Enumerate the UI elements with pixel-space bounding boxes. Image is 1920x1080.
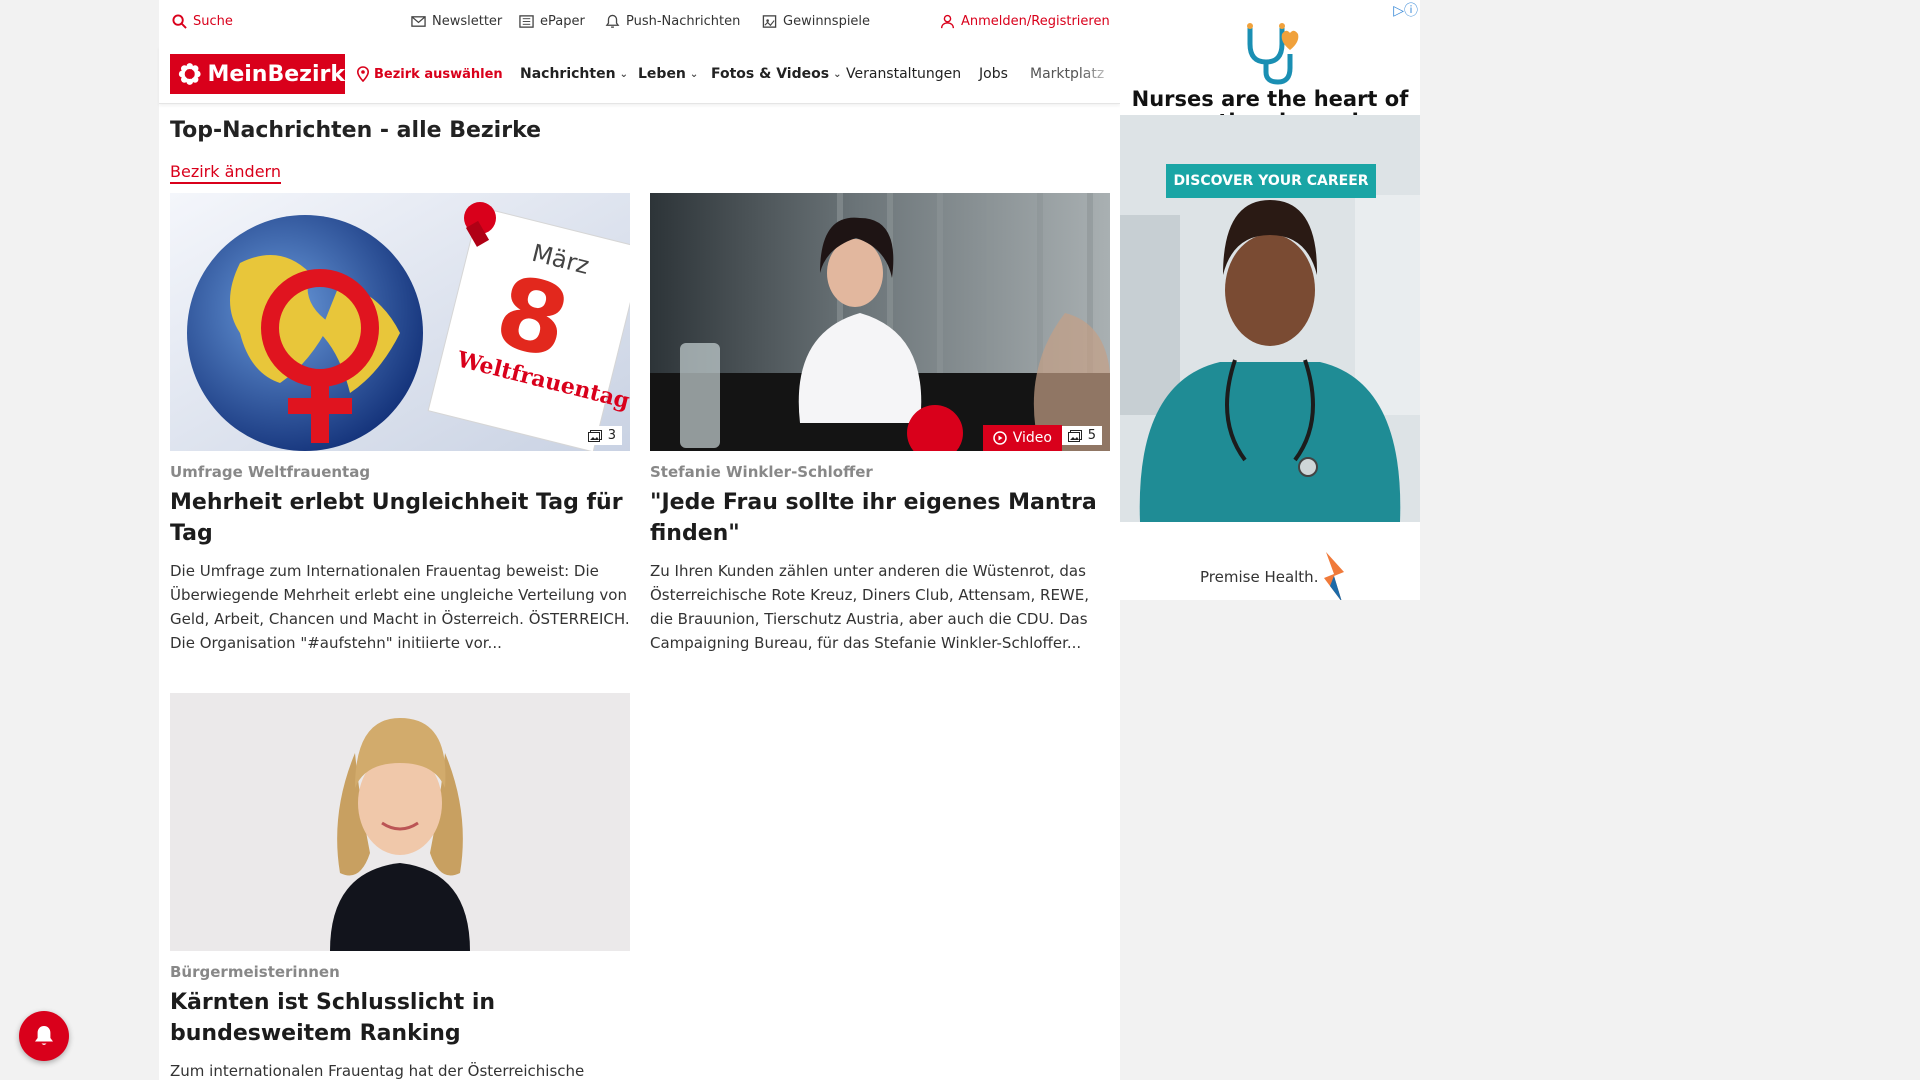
utility-bar: Suche Newsletter ePaper Push-Nachrichten… bbox=[159, 0, 1120, 46]
ad-choices-icon[interactable]: ▷ⓘ bbox=[1393, 0, 1418, 20]
advertisement[interactable]: ▷ⓘ Nurses are the heart of exceptional m… bbox=[1120, 0, 1420, 600]
location-pin-icon bbox=[356, 66, 370, 82]
page-content: Suche Newsletter ePaper Push-Nachrichten… bbox=[159, 0, 1120, 1080]
image-count-badge: 3 bbox=[581, 426, 622, 445]
video-badge: Video bbox=[982, 425, 1062, 451]
video-label: Video bbox=[1012, 430, 1052, 446]
article-kicker: Stefanie Winkler-Schloffer bbox=[650, 463, 873, 481]
bell-icon bbox=[35, 1026, 53, 1045]
district-select[interactable]: Bezirk auswählen bbox=[356, 66, 503, 82]
article-kicker: Umfrage Weltfrauentag bbox=[170, 463, 371, 481]
nav-item-label: Leben bbox=[638, 66, 686, 82]
nav-item-leben[interactable]: Leben ⌄ bbox=[638, 66, 698, 82]
gift-icon bbox=[762, 15, 777, 28]
nav-item-nachrichten[interactable]: Nachrichten ⌄ bbox=[520, 66, 628, 82]
article-image[interactable] bbox=[170, 693, 630, 951]
user-icon bbox=[940, 14, 955, 29]
article-image[interactable]: März 8 Weltfrauentag 3 bbox=[170, 193, 630, 451]
meinbezirk-logo[interactable]: MeinBezirk bbox=[170, 54, 345, 94]
epaper-link[interactable]: ePaper bbox=[519, 14, 585, 29]
search-icon bbox=[172, 14, 187, 29]
article-title[interactable]: Kärnten ist Schlusslicht in bundesweitem… bbox=[170, 987, 630, 1049]
chevron-down-icon: ⌄ bbox=[689, 68, 699, 80]
play-icon bbox=[993, 431, 1007, 445]
article-kicker: Bürgermeisterinnen bbox=[170, 963, 340, 981]
nav-item-label: Fotos & Videos bbox=[711, 66, 830, 82]
newspaper-icon bbox=[519, 15, 534, 28]
image-count: 5 bbox=[1087, 428, 1096, 443]
portrait-photo bbox=[170, 693, 630, 951]
stethoscope-heart-icon bbox=[1247, 23, 1299, 85]
image-count-badge: 5 bbox=[1061, 426, 1102, 445]
gewinnspiele-label: Gewinnspiele bbox=[783, 14, 871, 29]
district-select-label: Bezirk auswählen bbox=[374, 66, 503, 82]
ad-brand-label: Premise Health. bbox=[1200, 568, 1319, 586]
main-navigation: MeinBezirk Bezirk auswählen Nachrichten … bbox=[159, 46, 1120, 104]
article-title[interactable]: "Jede Frau sollte ihr eigenes Mantra fin… bbox=[650, 487, 1110, 549]
push-label: Push-Nachrichten bbox=[626, 14, 741, 29]
bell-icon bbox=[605, 14, 620, 28]
gewinnspiele-link[interactable]: Gewinnspiele bbox=[762, 14, 870, 29]
interview-photo bbox=[650, 193, 1110, 451]
login-link[interactable]: Anmelden/Registrieren bbox=[940, 14, 1110, 29]
nav-item-label: Jobs bbox=[979, 66, 1008, 82]
epaper-label: ePaper bbox=[540, 14, 585, 29]
page-title: Top-Nachrichten - alle Bezirke bbox=[170, 118, 542, 143]
push-link[interactable]: Push-Nachrichten bbox=[605, 14, 740, 29]
nav-item-label: Nachrichten bbox=[520, 66, 616, 82]
article-card[interactable]: Bürgermeisterinnen Kärnten ist Schlussli… bbox=[170, 693, 630, 1080]
mail-icon bbox=[411, 16, 426, 27]
gallery-icon bbox=[1067, 429, 1082, 442]
article-image[interactable]: Video 5 bbox=[650, 193, 1110, 451]
newsletter-link[interactable]: Newsletter bbox=[411, 14, 502, 29]
search-link[interactable]: Suche bbox=[172, 14, 233, 29]
chevron-down-icon: ⌄ bbox=[833, 68, 842, 80]
gallery-icon bbox=[587, 429, 602, 442]
flower-logo-icon bbox=[178, 63, 201, 85]
weltfrauentag-photo: März 8 Weltfrauentag bbox=[170, 193, 630, 451]
chevron-down-icon: ⌄ bbox=[619, 68, 628, 80]
image-count: 3 bbox=[607, 428, 616, 443]
article-teaser: Zu Ihren Kunden zählen unter anderen die… bbox=[650, 562, 1090, 652]
article-card[interactable]: März 8 Weltfrauentag 3 Umfrage Weltfraue… bbox=[170, 193, 630, 655]
nav-item-label: Veranstaltungen bbox=[846, 66, 962, 82]
article-teaser: Die Umfrage zum Internationalen Frauenta… bbox=[170, 562, 630, 652]
ad-brand: Premise Health. bbox=[1200, 550, 1346, 600]
logo-text: MeinBezirk bbox=[207, 61, 345, 87]
search-label: Suche bbox=[193, 14, 233, 29]
login-label: Anmelden/Registrieren bbox=[961, 14, 1110, 29]
premise-logo-icon bbox=[1324, 552, 1345, 600]
article-teaser: Zum internationalen Frauentag hat der Ös… bbox=[170, 1062, 585, 1080]
nav-fade-overlay bbox=[1080, 56, 1120, 96]
article-title[interactable]: Mehrheit erlebt Ungleichheit Tag für Tag bbox=[170, 487, 630, 549]
newsletter-label: Newsletter bbox=[432, 14, 503, 29]
change-district-link[interactable]: Bezirk ändern bbox=[170, 162, 281, 184]
nav-item-fotos-videos[interactable]: Fotos & Videos ⌄ bbox=[711, 66, 841, 82]
article-card[interactable]: Video 5 Stefanie Winkler-Schloffer "Jede… bbox=[650, 193, 1110, 655]
nav-item-veranstaltungen[interactable]: Veranstaltungen bbox=[846, 66, 961, 82]
nav-item-jobs[interactable]: Jobs bbox=[979, 66, 1008, 82]
notification-button[interactable] bbox=[19, 1011, 69, 1061]
ad-cta-button[interactable]: DISCOVER YOUR CAREER bbox=[1166, 164, 1376, 198]
